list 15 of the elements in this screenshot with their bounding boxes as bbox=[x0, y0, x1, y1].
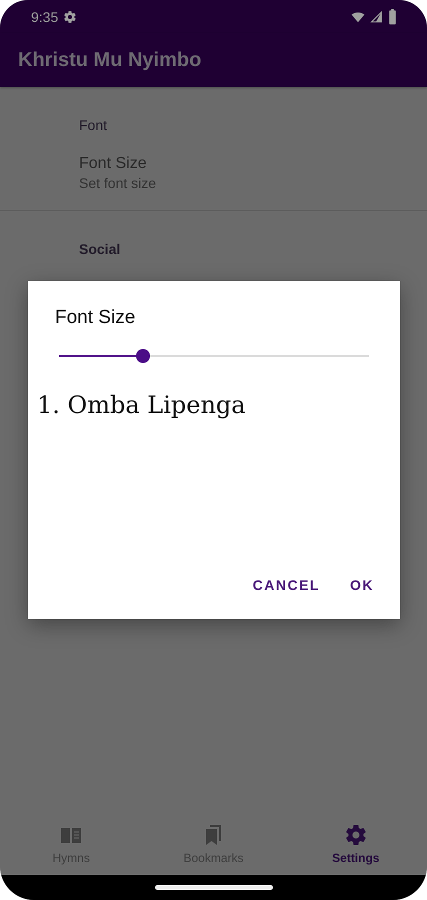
settings-item[interactable]: Font Size Set font size bbox=[79, 155, 427, 210]
wifi-icon bbox=[351, 10, 365, 24]
battery-icon bbox=[388, 8, 397, 24]
clock: 9:35 bbox=[31, 8, 58, 24]
section-header: Font bbox=[79, 117, 108, 133]
preview-text: 1. Omba Lipenga bbox=[37, 391, 247, 419]
signal-icon bbox=[370, 10, 383, 24]
nav-tab[interactable]: Settings bbox=[284, 815, 427, 875]
dialog-button[interactable]: CANCEL bbox=[244, 569, 328, 601]
settings-icon bbox=[63, 10, 78, 24]
settings-icon bbox=[344, 823, 368, 847]
app-title: Khristu Mu Nyimbo bbox=[18, 48, 202, 72]
dialog-button[interactable]: OK bbox=[342, 569, 382, 601]
section-header: Social bbox=[79, 241, 122, 257]
dialog-title: Font Size bbox=[55, 307, 136, 329]
